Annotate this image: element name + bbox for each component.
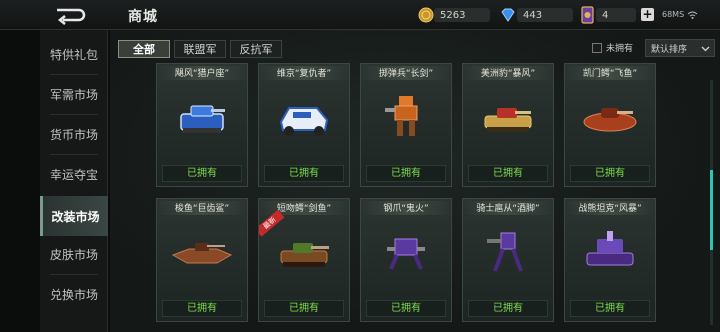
mod-card[interactable]: 短吻鳄“剑鱼” 最新 已拥有: [258, 198, 350, 322]
orange-mech-icon: [385, 96, 418, 136]
sidebar-item-exchange-market[interactable]: 兑换市场: [40, 274, 108, 314]
card-title: 凯门鳄“飞鱼”: [565, 66, 655, 80]
desert-tank-icon: [484, 108, 532, 132]
mod-card[interactable]: 凯门鳄“飞鱼” 已拥有: [564, 63, 656, 187]
owned-status: 已拥有: [162, 165, 242, 182]
mod-card[interactable]: 维京“复仇者” 已拥有: [258, 63, 350, 187]
owned-status: 已拥有: [366, 165, 446, 182]
brown-tank-icon: [280, 243, 329, 267]
blue-tank-icon: [180, 105, 225, 133]
blue-buggy-icon: [279, 107, 329, 136]
owned-status: 已拥有: [570, 165, 650, 182]
ticket-value: 4: [596, 8, 636, 22]
card-title: 飓风“猎户座”: [157, 66, 247, 80]
purple-walker-icon: [487, 232, 523, 272]
chevron-down-icon: [701, 46, 710, 52]
owned-status: 已拥有: [162, 300, 242, 317]
unowned-label: 未拥有: [606, 44, 634, 54]
mod-card[interactable]: 梭鱼“巨齿鲨” 已拥有: [156, 198, 248, 322]
mod-card[interactable]: 飓风“猎户座” 已拥有: [156, 63, 248, 187]
sidebar-item-skin-market[interactable]: 皮肤市场: [40, 234, 108, 274]
owned-status: 已拥有: [570, 300, 650, 317]
wifi-icon: [687, 11, 698, 19]
scrollbar[interactable]: [710, 80, 713, 325]
sidebar-item-special-packs[interactable]: 特供礼包: [40, 34, 108, 74]
network-status: 68MS: [662, 10, 698, 19]
brown-hover-icon: [171, 243, 233, 264]
sidebar-item-supply-market[interactable]: 军需市场: [40, 74, 108, 114]
sidebar-item-lucky-draw[interactable]: 幸运夺宝: [40, 154, 108, 194]
tab-alliance[interactable]: 联盟军: [174, 40, 226, 58]
card-title: 骑士扈从“酒脚”: [463, 201, 553, 215]
diamond-icon: [501, 8, 515, 22]
card-title: 钢爪“鬼火”: [361, 201, 451, 215]
owned-status: 已拥有: [468, 165, 548, 182]
owned-status: 已拥有: [264, 165, 344, 182]
hovercraft-icon: [583, 108, 637, 132]
card-title: 维京“复仇者”: [259, 66, 349, 80]
back-arrow-icon: [57, 8, 86, 25]
main-panel: 全部 联盟军 反抗军 未拥有 默认排序 飓风“猎户座” 已拥有 维京“复仇者” …: [110, 30, 720, 332]
tab-all[interactable]: 全部: [118, 40, 170, 58]
owned-status: 已拥有: [366, 300, 446, 317]
sort-dropdown[interactable]: 默认排序: [645, 39, 715, 57]
unowned-checkbox[interactable]: [592, 43, 602, 53]
sidebar-item-mod-market[interactable]: 改装市场: [40, 196, 108, 236]
mod-card[interactable]: 美洲豹“暴风” 已拥有: [462, 63, 554, 187]
sidebar: 特供礼包 军需市场 货币市场 幸运夺宝 改装市场 皮肤市场 兑换市场: [40, 30, 108, 332]
ping-value: 68MS: [662, 10, 685, 19]
gold-value: 5263: [434, 8, 490, 22]
card-title: 美洲豹“暴风”: [463, 66, 553, 80]
mod-card[interactable]: 战熊坦克“风暴” 已拥有: [564, 198, 656, 322]
mod-card[interactable]: 钢爪“鬼火” 已拥有: [360, 198, 452, 322]
diamond-value: 443: [517, 8, 573, 22]
page-title: 商城: [128, 9, 158, 25]
card-title: 掷弹兵“长剑”: [361, 66, 451, 80]
tab-rebels[interactable]: 反抗军: [230, 40, 282, 58]
scrollbar-thumb[interactable]: [710, 170, 713, 250]
ticket-card-icon: [581, 6, 594, 24]
back-button[interactable]: [40, 3, 100, 27]
mod-card[interactable]: 掷弹兵“长剑” 已拥有: [360, 63, 452, 187]
owned-status: 已拥有: [264, 300, 344, 317]
card-title: 梭鱼“巨齿鲨”: [157, 201, 247, 215]
sidebar-item-currency-market[interactable]: 货币市场: [40, 114, 108, 154]
sort-label: 默认排序: [651, 44, 688, 55]
ticket-counter: 4: [580, 6, 636, 24]
gold-coin-icon: [418, 7, 434, 23]
card-title: 战熊坦克“风暴”: [565, 201, 655, 215]
owned-status: 已拥有: [468, 300, 548, 317]
top-bar: 商城 5263 443 4 + 68MS: [0, 0, 720, 30]
diamond-counter: 443: [499, 6, 573, 24]
mod-card[interactable]: 骑士扈从“酒脚” 已拥有: [462, 198, 554, 322]
purple-mech-icon: [387, 238, 425, 270]
purple-tank-icon: [586, 231, 634, 266]
add-currency-button[interactable]: +: [641, 8, 654, 21]
gold-counter: 5263: [418, 6, 490, 24]
